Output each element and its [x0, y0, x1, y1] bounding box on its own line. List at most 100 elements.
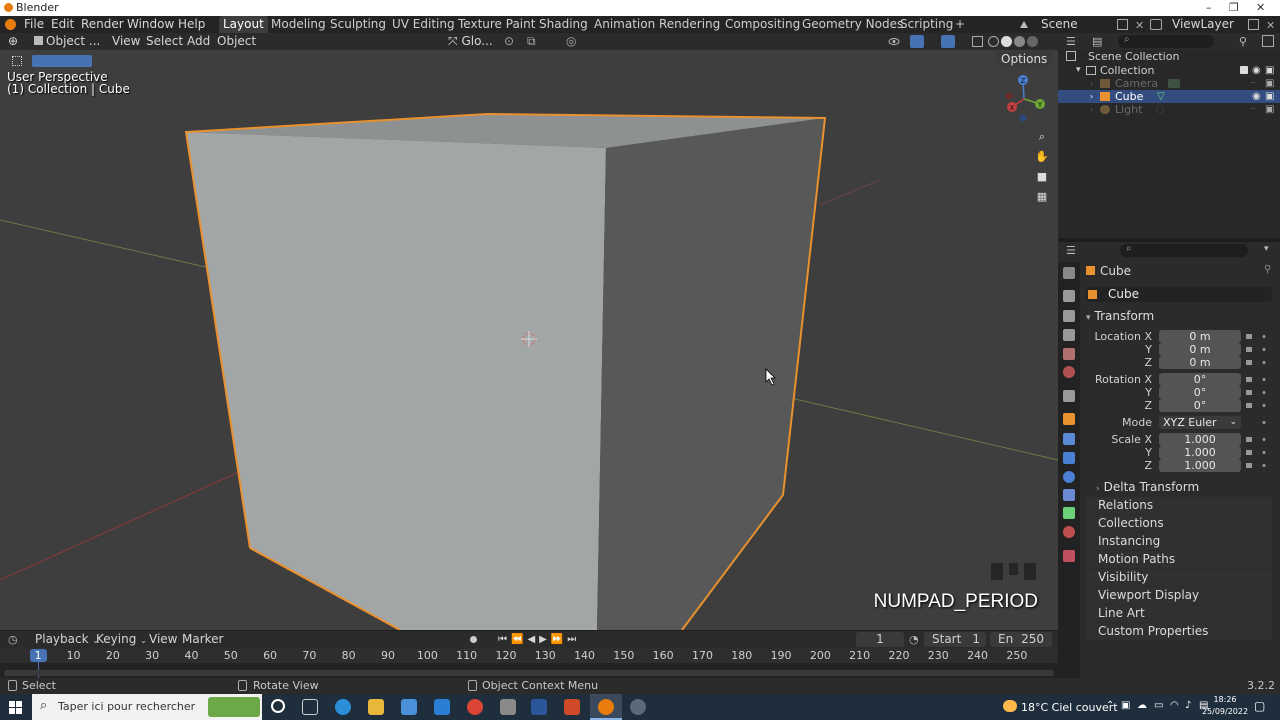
preview-range-icon[interactable]: ◔	[909, 631, 919, 648]
properties-editor-icon[interactable]: ☰	[1066, 244, 1076, 257]
panel-motion-paths[interactable]: Motion Paths	[1086, 551, 1272, 568]
navigation-gizmo[interactable]: Z Y X	[1000, 72, 1050, 124]
timeline-menu-view[interactable]: View	[149, 631, 177, 648]
menu-render[interactable]: Render	[81, 16, 124, 33]
light-hidden-icon[interactable]: ⌣	[1250, 103, 1256, 116]
data-tab-icon[interactable]	[1063, 507, 1075, 519]
expand-collection-icon[interactable]: ▾	[1076, 64, 1081, 77]
object-name-field[interactable]: Cube	[1086, 287, 1272, 302]
zoom-icon[interactable]: ⌕	[1033, 128, 1051, 146]
tab-layout[interactable]: Layout	[219, 16, 268, 33]
pan-hand-icon[interactable]: ✋	[1033, 148, 1051, 166]
physics-tab-icon[interactable]	[1063, 471, 1075, 483]
minimize-button[interactable]: –	[1206, 0, 1212, 16]
tray-app-icon[interactable]: ▣	[1121, 700, 1130, 711]
rotation-x-field[interactable]: 0°	[1159, 373, 1241, 386]
cortana-icon[interactable]	[271, 699, 285, 713]
scene-name[interactable]: Scene	[1041, 16, 1078, 33]
panel-custom-properties[interactable]: Custom Properties	[1086, 623, 1272, 640]
panel-instancing[interactable]: Instancing	[1086, 533, 1272, 550]
wireframe-shading-icon[interactable]	[988, 36, 999, 47]
scale-x-field[interactable]: 1.000	[1159, 433, 1241, 446]
playback-menu[interactable]: Playback ⌄	[35, 631, 99, 648]
outliner-row-light[interactable]: › Light ◌ ⌣ ▣	[1058, 103, 1280, 116]
windows-start-icon[interactable]	[9, 701, 22, 714]
tab-rendering[interactable]: Rendering	[655, 16, 724, 33]
rendered-shading-icon[interactable]	[1027, 36, 1038, 47]
add-workspace-button[interactable]: +	[951, 16, 969, 33]
chrome-icon[interactable]	[467, 699, 483, 715]
rotation-z-field[interactable]: 0°	[1159, 399, 1241, 412]
outliner-search-input[interactable]: ⌕	[1118, 34, 1214, 48]
lock-and-keyframe-icons[interactable]	[1244, 330, 1268, 480]
delete-scene-icon[interactable]: ✕	[1135, 19, 1144, 32]
mode-dropdown[interactable]: Object ...	[34, 33, 100, 50]
exclude-checkbox[interactable]	[1240, 66, 1248, 74]
tab-modeling[interactable]: Modeling	[267, 16, 330, 33]
blender-menu-icon[interactable]	[5, 19, 16, 30]
end-frame-field[interactable]: En 250	[990, 632, 1052, 647]
menu-window[interactable]: Window	[127, 16, 174, 33]
app-icon-2[interactable]	[564, 699, 580, 715]
rotation-y-field[interactable]: 0°	[1159, 386, 1241, 399]
gizmo-toggle-icon[interactable]	[910, 35, 924, 48]
tab-compositing[interactable]: Compositing	[721, 16, 804, 33]
battery-icon[interactable]: ▭	[1154, 700, 1163, 711]
timeline-area[interactable]: 1 10 20 30 40 50 60 70 80 90 100 110 120 130 140 150 160…	[0, 648, 1058, 678]
expand-light-icon[interactable]: ›	[1090, 103, 1093, 116]
volume-icon[interactable]: ♪	[1185, 700, 1191, 711]
xray-toggle-icon[interactable]	[972, 36, 983, 47]
material-shading-icon[interactable]	[1014, 36, 1025, 47]
timeline-menu-marker[interactable]: Marker	[182, 631, 223, 648]
current-frame-field[interactable]: 1	[856, 632, 904, 647]
panel-relations[interactable]: Relations	[1086, 497, 1272, 514]
cube-visibility-icon[interactable]: ◉	[1252, 90, 1261, 103]
scale-z-field[interactable]: 1.000	[1159, 459, 1241, 472]
material-tab-icon[interactable]	[1063, 526, 1075, 538]
viewport-menu-add[interactable]: Add	[187, 33, 210, 50]
tool-tab-icon[interactable]	[1063, 267, 1075, 279]
taskbar-search-box[interactable]: ⌕ Taper ici pour rechercher	[32, 694, 262, 720]
notifications-icon[interactable]: ▢	[1254, 699, 1265, 713]
record-icon[interactable]	[470, 636, 477, 643]
panel-line-art[interactable]: Line Art	[1086, 605, 1272, 622]
collection-render-icon[interactable]: ▣	[1265, 64, 1274, 77]
delete-viewlayer-icon[interactable]: ✕	[1266, 19, 1275, 32]
viewport-menu-select[interactable]: Select	[146, 33, 183, 50]
menu-edit[interactable]: Edit	[51, 16, 74, 33]
select-box-modes[interactable]	[32, 55, 92, 67]
transform-panel-header[interactable]: ▾ Transform	[1086, 309, 1272, 324]
timeline-scrollbar[interactable]	[4, 670, 1054, 676]
world-tab-icon[interactable]	[1063, 366, 1075, 378]
menu-help[interactable]: Help	[178, 16, 205, 33]
viewport-menu-object[interactable]: Object	[217, 33, 256, 50]
tab-sculpting[interactable]: Sculpting	[326, 16, 390, 33]
display-mode-icon[interactable]: ▤	[1092, 35, 1102, 48]
constraints-tab-icon[interactable]	[1063, 489, 1075, 501]
tab-scripting[interactable]: Scripting	[896, 16, 957, 33]
select-tool-icon[interactable]	[12, 56, 22, 66]
particles-tab-icon[interactable]	[1063, 452, 1075, 464]
start-frame-field[interactable]: Start 1	[924, 632, 986, 647]
camera-render-icon[interactable]: ▣	[1265, 77, 1274, 90]
menu-file[interactable]: File	[24, 16, 44, 33]
render-tab-icon[interactable]	[1063, 290, 1075, 302]
outliner-editor-icon[interactable]: ☰	[1066, 35, 1076, 48]
properties-search-input[interactable]: ⌕	[1120, 243, 1248, 257]
expand-camera-icon[interactable]: ›	[1090, 77, 1093, 90]
close-button[interactable]: ✕	[1256, 0, 1265, 16]
tab-texture-paint[interactable]: Texture Paint	[454, 16, 539, 33]
location-x-field[interactable]: 0 m	[1159, 330, 1241, 343]
visibility-icon[interactable]	[888, 36, 900, 47]
rotation-mode-dropdown[interactable]: XYZ Euler ⌄	[1159, 416, 1241, 429]
ortho-grid-icon[interactable]: ▦	[1033, 188, 1051, 206]
delta-transform-subpanel[interactable]: › Delta Transform	[1096, 480, 1272, 495]
overlays-toggle-icon[interactable]	[941, 35, 955, 48]
filter-icon[interactable]: ⚲	[1239, 35, 1247, 48]
object-tab-icon[interactable]	[1063, 413, 1075, 425]
keying-menu[interactable]: Keying ⌄	[96, 631, 147, 648]
output-tab-icon[interactable]	[1063, 310, 1075, 322]
app-icon-1[interactable]	[500, 699, 516, 715]
viewport-menu-view[interactable]: View	[112, 33, 140, 50]
editor-type-icon[interactable]: ⊕	[8, 33, 18, 50]
